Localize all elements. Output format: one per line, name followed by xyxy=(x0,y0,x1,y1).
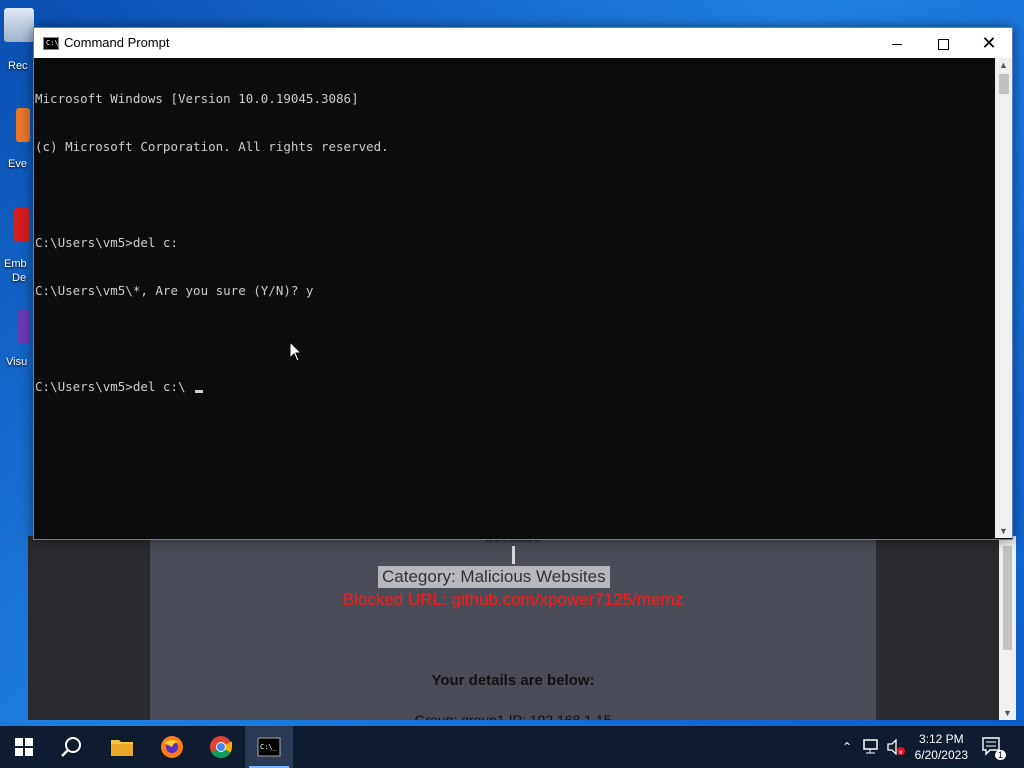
volume-button[interactable]: x xyxy=(884,726,908,768)
blocked-page: because Category: Malicious Websites Blo… xyxy=(150,536,876,720)
time-label: 3:12 PM xyxy=(918,732,964,746)
maximize-button[interactable] xyxy=(920,28,966,58)
chrome-button[interactable] xyxy=(197,726,245,768)
network-icon xyxy=(863,739,878,754)
volume-muted-icon: x xyxy=(887,739,905,755)
command-prompt-taskbar-button[interactable]: C:\_ xyxy=(245,726,293,768)
clock[interactable]: 3:12 PM 6/20/2023 xyxy=(915,731,968,763)
window-title: Command Prompt xyxy=(64,35,170,50)
cmd-icon: C:\_ xyxy=(257,737,281,757)
firefox-button[interactable] xyxy=(148,726,196,768)
folder-icon xyxy=(111,740,133,756)
browser-window: because Category: Malicious Websites Blo… xyxy=(28,536,1016,720)
close-icon: ✕ xyxy=(981,33,997,53)
svg-text:C:\_: C:\_ xyxy=(260,743,278,751)
title-bar[interactable]: C:\ Command Prompt ✕ xyxy=(34,28,1012,58)
category-label: Category: Malicious Websites xyxy=(378,566,610,588)
scroll-up-icon[interactable]: ▲ xyxy=(995,60,1012,70)
search-icon xyxy=(61,737,81,757)
text-cursor xyxy=(195,390,204,393)
search-button[interactable] xyxy=(48,726,96,768)
show-hidden-icons-button[interactable]: ⌃ xyxy=(838,726,856,768)
minimize-button[interactable] xyxy=(874,28,920,58)
notification-count: 1 xyxy=(994,750,1006,760)
console-prompt-line[interactable]: C:\Users\vm5>del c:\ xyxy=(35,379,995,395)
browser-scrollbar[interactable]: ▼ xyxy=(999,536,1016,720)
firefox-icon xyxy=(161,736,183,758)
chevron-up-icon: ⌃ xyxy=(841,740,853,754)
console-line: C:\Users\vm5\*, Are you sure (Y/N)? y xyxy=(35,283,314,298)
taskbar: C:\_ ⌃ x 3:12 PM 6/20/2023 1 xyxy=(0,726,1024,768)
blocked-url: Blocked URL: github.com/xpower7125/memz xyxy=(342,590,684,609)
svg-text:x: x xyxy=(899,749,903,755)
prompt-text: C:\Users\vm5>del c:\ xyxy=(35,379,194,394)
minimize-icon xyxy=(892,43,902,45)
scroll-down-icon[interactable]: ▼ xyxy=(999,708,1016,718)
console-line: C:\Users\vm5>del c: xyxy=(35,235,178,250)
group-line: Group: group1 IP: 192.168.1.15 xyxy=(414,712,612,720)
command-prompt-window[interactable]: C:\ Command Prompt ✕ Microsoft Windows [… xyxy=(33,27,1013,540)
browser-scroll-thumb[interactable] xyxy=(1003,546,1012,650)
file-explorer-button[interactable] xyxy=(98,726,146,768)
close-button[interactable]: ✕ xyxy=(966,28,1012,58)
console-scroll-thumb[interactable] xyxy=(999,74,1009,94)
chrome-icon xyxy=(210,736,232,758)
start-button[interactable] xyxy=(0,726,48,768)
console-line: (c) Microsoft Corporation. All rights re… xyxy=(35,139,389,154)
connector-line xyxy=(512,546,515,564)
maximize-icon xyxy=(937,38,949,50)
console-output[interactable]: Microsoft Windows [Version 10.0.19045.30… xyxy=(34,58,995,539)
scroll-down-icon[interactable]: ▼ xyxy=(995,526,1012,536)
console-scrollbar[interactable]: ▲ ▼ xyxy=(995,58,1012,538)
notifications-button[interactable]: 1 xyxy=(978,726,1008,768)
details-heading: Your details are below: xyxy=(431,672,595,689)
date-label: 6/20/2023 xyxy=(914,748,968,762)
network-button[interactable] xyxy=(860,726,882,768)
console-line: Microsoft Windows [Version 10.0.19045.30… xyxy=(35,91,359,106)
windows-logo-icon xyxy=(15,738,33,756)
cmd-icon: C:\ xyxy=(43,37,59,50)
